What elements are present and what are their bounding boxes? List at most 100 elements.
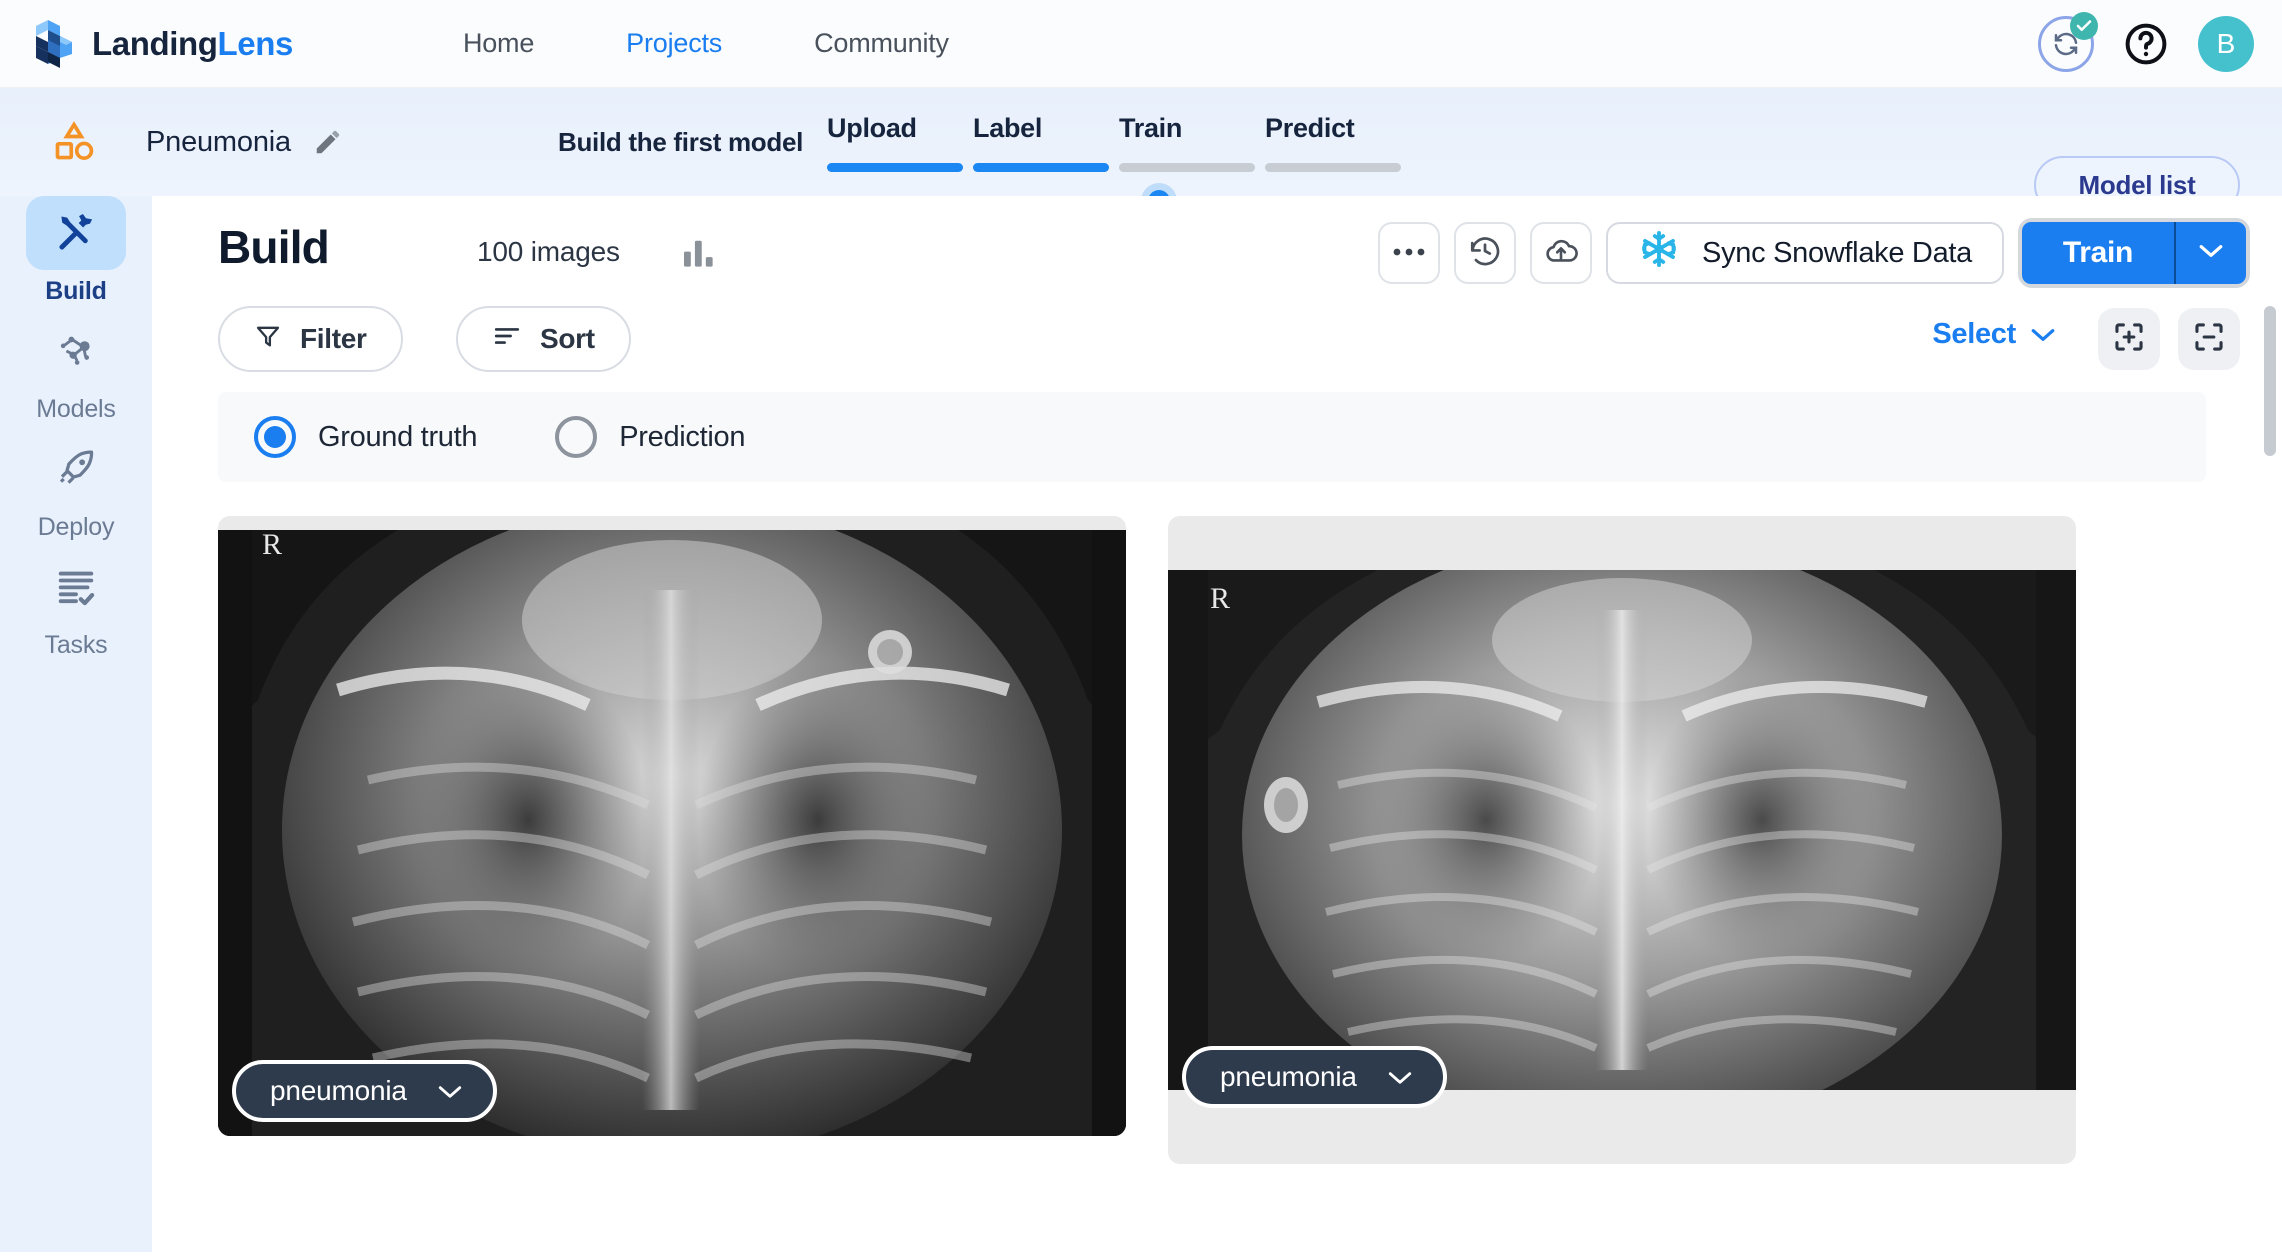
flow-step-upload[interactable]: Upload: [827, 113, 973, 172]
radio-prediction[interactable]: Prediction: [555, 416, 745, 458]
image-card[interactable]: R pneumonia: [218, 516, 1126, 1136]
project-name: Pneumonia: [146, 126, 291, 159]
radio-ground-truth-label: Ground truth: [318, 421, 477, 454]
sidebar-item-tasks-label: Tasks: [45, 631, 108, 660]
nav-link-home[interactable]: Home: [417, 28, 580, 59]
sidebar-item-deploy[interactable]: Deploy: [0, 432, 152, 542]
nav-links: Home Projects Community: [417, 28, 995, 59]
sync-success-check-icon: [2070, 12, 2098, 40]
image-card[interactable]: R pneumonia: [1168, 516, 2076, 1164]
header-action-buttons: Sync Snowflake Data Train: [1378, 218, 2250, 288]
flow-step-predict-bar: [1265, 163, 1401, 172]
image-class-label: pneumonia: [270, 1075, 407, 1107]
nav-link-community[interactable]: Community: [768, 28, 995, 59]
radio-ground-truth-indicator: [254, 416, 296, 458]
select-dropdown[interactable]: Select: [1932, 318, 2056, 351]
left-sidebar: Build Models Deploy: [0, 196, 152, 1252]
rocket-icon: [26, 432, 126, 506]
image-class-tag[interactable]: pneumonia: [232, 1060, 497, 1122]
content-scrollbar[interactable]: [2264, 306, 2276, 456]
radio-prediction-indicator: [555, 416, 597, 458]
sort-button[interactable]: Sort: [456, 306, 631, 372]
network-nodes-icon: [26, 314, 126, 388]
nav-right-actions: B: [2038, 0, 2254, 88]
image-grid: R pneumonia: [218, 516, 2206, 1256]
flow-step-train-label: Train: [1119, 113, 1265, 144]
ellipsis-icon: [1392, 244, 1426, 262]
build-flow-stepper: Build the first model Upload Label Train…: [558, 88, 1411, 196]
history-clock-icon: [1468, 234, 1502, 273]
brand-name: LandingLens: [92, 25, 293, 63]
flow-step-upload-bar: [827, 163, 963, 172]
checklist-icon: [26, 550, 126, 624]
xray-image: [218, 530, 1126, 1136]
filter-label: Filter: [300, 323, 367, 355]
flow-step-label-bar: [973, 163, 1109, 172]
label-mode-band: Ground truth Prediction: [218, 392, 2206, 482]
train-split-button[interactable]: Train: [2018, 218, 2250, 288]
sidebar-item-models-label: Models: [36, 395, 115, 424]
brand-logo-area[interactable]: LandingLens: [34, 18, 293, 70]
page-title: Build: [218, 220, 329, 274]
zoom-in-button[interactable]: [2098, 308, 2160, 370]
more-options-button[interactable]: [1378, 222, 1440, 284]
train-dropdown-button[interactable]: [2174, 222, 2246, 284]
top-navigation-bar: LandingLens Home Projects Community: [0, 0, 2282, 88]
filter-button[interactable]: Filter: [218, 306, 403, 372]
flow-step-label-label: Label: [973, 113, 1119, 144]
sort-lines-icon: [492, 323, 522, 355]
image-class-tag[interactable]: pneumonia: [1182, 1046, 1447, 1108]
expand-plus-icon: [2112, 320, 2146, 359]
hammer-tools-icon: [26, 196, 126, 270]
main-content-panel: Build 100 images: [152, 196, 2282, 1252]
snowflake-icon: [1638, 228, 1680, 278]
xray-image: [1168, 570, 2076, 1090]
sync-snowflake-data-label: Sync Snowflake Data: [1702, 237, 1972, 270]
sidebar-item-build[interactable]: Build: [0, 196, 152, 306]
train-button[interactable]: Train: [2022, 222, 2174, 284]
object-detection-shapes-icon: [52, 120, 96, 164]
flow-step-label[interactable]: Label: [973, 113, 1119, 172]
nav-link-projects[interactable]: Projects: [580, 28, 768, 59]
brand-name-part2: Lens: [218, 25, 293, 62]
cloud-upload-icon: [1543, 235, 1579, 272]
sync-status-button[interactable]: [2038, 16, 2094, 72]
history-button[interactable]: [1454, 222, 1516, 284]
select-label: Select: [1932, 318, 2016, 351]
flow-step-upload-label: Upload: [827, 113, 973, 144]
list-toolbar: Filter Sort Select: [152, 306, 2282, 392]
collapse-minus-icon: [2192, 320, 2226, 359]
image-class-label: pneumonia: [1220, 1061, 1357, 1093]
pencil-edit-icon[interactable]: [313, 127, 343, 157]
flow-step-predict-label: Predict: [1265, 113, 1411, 144]
flow-step-train[interactable]: Train: [1119, 113, 1265, 172]
user-avatar[interactable]: B: [2198, 16, 2254, 72]
chevron-down-icon: [2198, 243, 2224, 264]
orientation-marker: R: [1210, 582, 1230, 616]
help-circle-icon[interactable]: [2122, 20, 2170, 68]
upload-button[interactable]: [1530, 222, 1592, 284]
zoom-out-button[interactable]: [2178, 308, 2240, 370]
sync-snowflake-data-button[interactable]: Sync Snowflake Data: [1606, 222, 2004, 284]
build-header: Build 100 images: [152, 196, 2282, 306]
chevron-down-icon: [437, 1075, 463, 1107]
funnel-icon: [254, 322, 282, 357]
sort-label: Sort: [540, 323, 595, 355]
flow-step-train-bar: [1119, 163, 1255, 172]
sidebar-item-models[interactable]: Models: [0, 314, 152, 424]
radio-ground-truth[interactable]: Ground truth: [254, 416, 477, 458]
chevron-down-icon: [1387, 1061, 1413, 1093]
orientation-marker: R: [262, 528, 282, 562]
project-header-bar: Pneumonia Build the first model Upload L…: [0, 88, 2282, 196]
image-count-label: 100 images: [477, 236, 620, 268]
brand-name-part1: Landing: [92, 25, 218, 62]
sidebar-item-deploy-label: Deploy: [38, 513, 115, 542]
radio-prediction-label: Prediction: [619, 421, 745, 454]
sidebar-item-build-label: Build: [45, 277, 107, 306]
flow-caption: Build the first model: [558, 127, 803, 158]
flow-step-predict[interactable]: Predict: [1265, 113, 1411, 172]
bar-chart-icon[interactable]: [682, 238, 716, 268]
sidebar-item-tasks[interactable]: Tasks: [0, 550, 152, 660]
landinglens-cube-logo-icon: [34, 18, 80, 70]
flow-steps: Upload Label Train Predict: [827, 113, 1411, 172]
